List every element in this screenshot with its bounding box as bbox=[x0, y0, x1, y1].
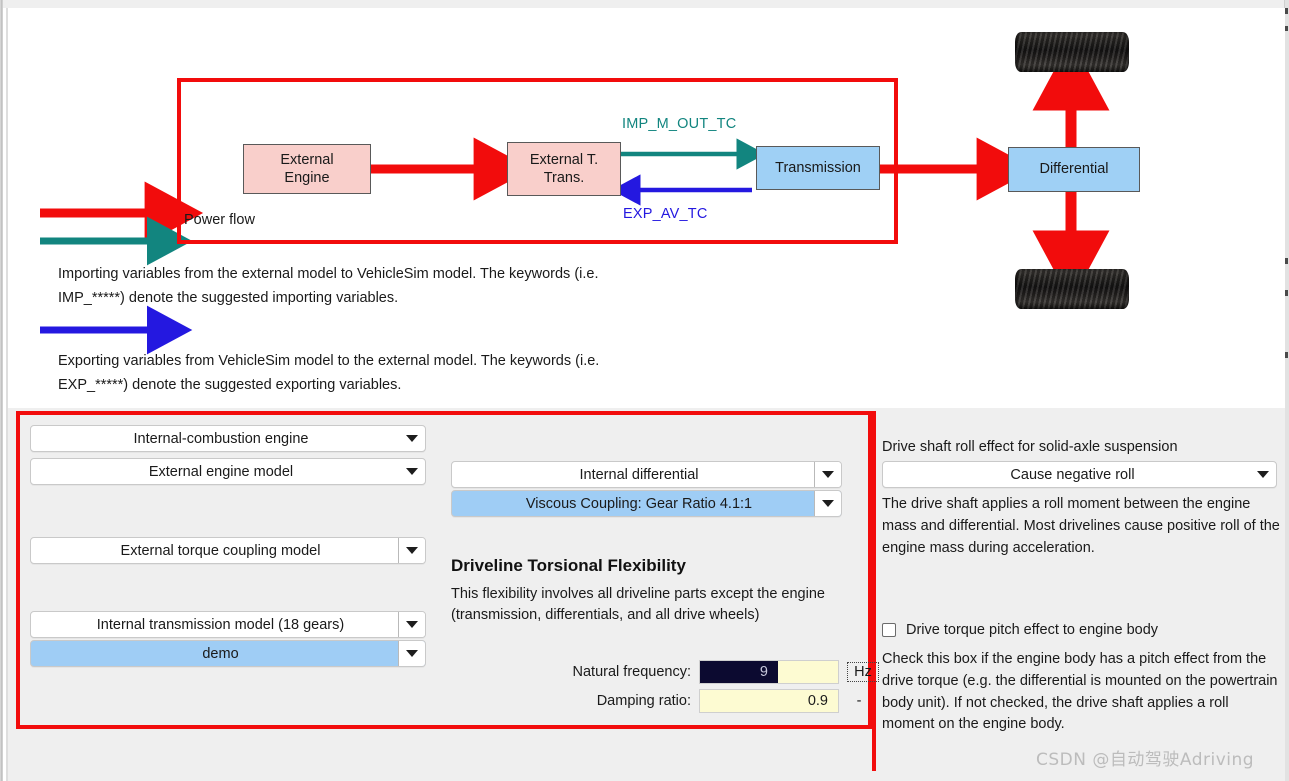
driveshaft-roll-value: Cause negative roll bbox=[1010, 466, 1135, 483]
chevron-down-icon[interactable] bbox=[398, 641, 425, 666]
pitch-effect-checkbox-row[interactable]: Drive torque pitch effect to engine body bbox=[882, 622, 1158, 638]
node-label: Transmission bbox=[775, 159, 861, 176]
window-top-strip bbox=[0, 0, 1289, 8]
damping-ratio-row: Damping ratio: 0.9 - bbox=[451, 689, 871, 713]
transmission-model-dropdown[interactable]: Internal transmission model (18 gears) bbox=[30, 611, 426, 638]
torque-coupling-dropdown[interactable]: External torque coupling model bbox=[30, 537, 426, 564]
natural-frequency-row: Natural frequency: 9 Hz bbox=[451, 660, 879, 684]
tire-icon-bottom bbox=[1015, 269, 1129, 309]
tire-icon-top bbox=[1015, 32, 1129, 72]
natural-frequency-value: 9 bbox=[700, 661, 778, 683]
differential-config-value: Viscous Coupling: Gear Ratio 4.1:1 bbox=[452, 495, 814, 512]
transmission-model-value: Internal transmission model (18 gears) bbox=[96, 616, 345, 633]
diagram-node-transmission[interactable]: Transmission bbox=[756, 146, 880, 190]
power-flow-legend-label: Power flow bbox=[184, 212, 255, 228]
natural-frequency-unit: Hz bbox=[847, 662, 879, 682]
engine-type-value: Internal-combustion engine bbox=[133, 430, 309, 447]
settings-pane: Internal-combustion engine External engi… bbox=[8, 408, 1285, 781]
app-window: External Engine External T. Trans. Trans… bbox=[0, 0, 1289, 781]
window-left-edge bbox=[0, 0, 3, 781]
engine-type-dropdown[interactable]: Internal-combustion engine bbox=[30, 425, 426, 452]
transmission-dataset-dropdown[interactable]: demo bbox=[30, 640, 426, 667]
natural-frequency-label: Natural frequency: bbox=[572, 664, 691, 680]
import-legend-description: Importing variables from the external mo… bbox=[58, 266, 599, 306]
torque-coupling-value: External torque coupling model bbox=[120, 542, 321, 559]
pitch-effect-checkbox-label: Drive torque pitch effect to engine body bbox=[906, 622, 1159, 638]
node-label: External Engine bbox=[280, 151, 334, 186]
chevron-down-icon[interactable] bbox=[1250, 462, 1276, 487]
export-legend-description: Exporting variables from VehicleSim mode… bbox=[58, 353, 600, 393]
scroll-mark-3 bbox=[1285, 258, 1288, 264]
engine-model-dropdown[interactable]: External engine model bbox=[30, 458, 426, 485]
driveline-flexibility-description: This flexibility involves all driveline … bbox=[451, 586, 825, 624]
damping-ratio-input[interactable]: 0.9 bbox=[699, 689, 839, 713]
driveshaft-roll-description: The drive shaft applies a roll moment be… bbox=[882, 496, 1280, 556]
driveshaft-roll-title: Drive shaft roll effect for solid-axle s… bbox=[882, 439, 1178, 455]
node-label: External T. Trans. bbox=[529, 151, 599, 186]
differential-dropdown[interactable]: Internal differential bbox=[451, 461, 842, 488]
pitch-effect-description: Check this box if the engine body has a … bbox=[882, 651, 1278, 733]
powertrain-diagram: External Engine External T. Trans. Trans… bbox=[8, 8, 1285, 408]
differential-config-dropdown[interactable]: Viscous Coupling: Gear Ratio 4.1:1 bbox=[451, 490, 842, 517]
damping-ratio-unit: - bbox=[856, 693, 862, 709]
scroll-mark-4 bbox=[1285, 290, 1288, 296]
chevron-down-icon[interactable] bbox=[399, 459, 425, 484]
differential-value: Internal differential bbox=[579, 466, 699, 483]
diagram-node-external-engine[interactable]: External Engine bbox=[243, 144, 371, 194]
chevron-down-icon[interactable] bbox=[398, 612, 425, 637]
import-signal-label: IMP_M_OUT_TC bbox=[622, 116, 737, 132]
chevron-down-icon[interactable] bbox=[399, 426, 425, 451]
diagram-node-external-t-trans[interactable]: External T. Trans. bbox=[507, 142, 621, 196]
panel-divider-highlight bbox=[872, 411, 876, 771]
chevron-down-icon[interactable] bbox=[398, 538, 425, 563]
diagram-node-differential[interactable]: Differential bbox=[1008, 147, 1140, 192]
engine-model-value: External engine model bbox=[148, 463, 294, 480]
chevron-down-icon[interactable] bbox=[814, 462, 841, 487]
scroll-mark-1 bbox=[1285, 8, 1288, 14]
scroll-mark-5 bbox=[1285, 352, 1288, 358]
export-signal-label: EXP_AV_TC bbox=[623, 206, 708, 222]
natural-frequency-input[interactable]: 9 bbox=[699, 660, 839, 684]
scroll-mark-2 bbox=[1285, 26, 1288, 31]
damping-ratio-label: Damping ratio: bbox=[596, 693, 691, 709]
watermark: CSDN @自动驾驶Adriving bbox=[1036, 750, 1255, 770]
node-label: Differential bbox=[1039, 161, 1109, 178]
transmission-dataset-value: demo bbox=[31, 645, 398, 662]
driveline-flexibility-title: Driveline Torsional Flexibility bbox=[451, 556, 686, 575]
driveshaft-roll-dropdown[interactable]: Cause negative roll bbox=[882, 461, 1277, 488]
chevron-down-icon[interactable] bbox=[814, 491, 841, 516]
checkbox-icon[interactable] bbox=[882, 623, 896, 637]
